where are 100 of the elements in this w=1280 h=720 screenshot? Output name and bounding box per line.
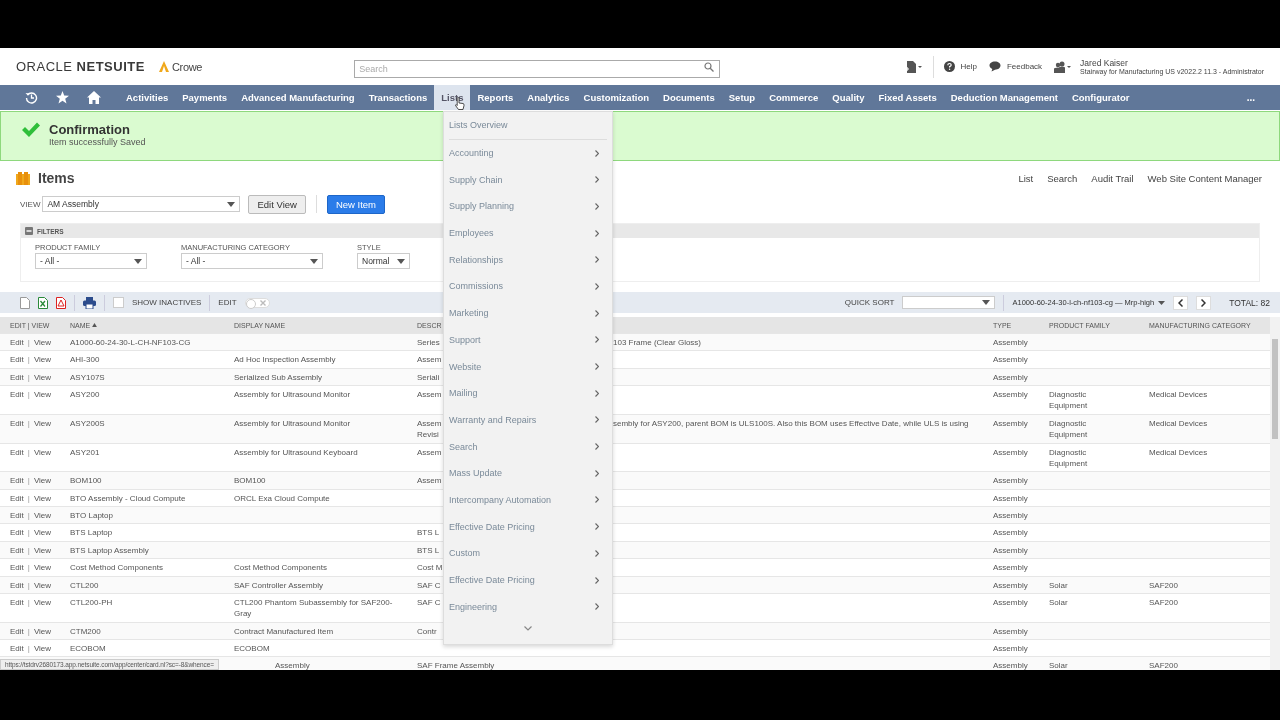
pdf-icon[interactable] (56, 296, 66, 309)
view-link[interactable]: View (33, 527, 52, 541)
edit-link[interactable]: Edit (10, 446, 24, 472)
user-name[interactable]: Jared Kaiser (1080, 58, 1264, 68)
view-link[interactable]: View (33, 562, 52, 576)
edit-toggle[interactable] (244, 297, 270, 308)
edit-link[interactable]: Edit (10, 579, 24, 593)
nav-tab[interactable]: Transactions (361, 85, 435, 110)
star-icon[interactable] (56, 91, 69, 104)
edit-link[interactable]: Edit (10, 596, 24, 622)
edit-link[interactable]: Edit (10, 510, 24, 524)
nav-tab[interactable]: Payments (175, 85, 235, 110)
caret-icon (397, 258, 405, 264)
spreadsheet-icon[interactable] (38, 296, 48, 309)
table-cell-text: Solar (1049, 579, 1069, 591)
view-link[interactable]: View (33, 389, 52, 414)
oracle-netsuite-logo[interactable]: ORACLE NETSUITE (16, 59, 145, 74)
nav-tab[interactable]: Documents (656, 85, 722, 110)
nav-tab[interactable]: Activities (119, 85, 176, 110)
table-cell-text: CTL200-PH (70, 596, 114, 608)
view-link[interactable]: View (33, 596, 52, 622)
edit-link[interactable]: Edit (10, 625, 24, 640)
nav-tab[interactable]: Lists (434, 85, 471, 110)
edit-link[interactable]: Edit (10, 544, 24, 559)
nav-tab[interactable]: Commerce (762, 85, 826, 110)
feedback-link[interactable]: Feedback (1006, 62, 1043, 71)
users-icon[interactable] (1054, 60, 1073, 73)
nav-tab[interactable]: Setup (721, 85, 763, 110)
document-icon[interactable] (20, 296, 30, 309)
chevron-down-icon[interactable] (524, 626, 532, 632)
nav-tab[interactable]: Deduction Management (943, 85, 1065, 110)
history-icon[interactable] (25, 91, 38, 104)
view-link[interactable]: View (33, 579, 52, 593)
edit-link[interactable]: Edit (10, 389, 24, 414)
table-cell: Contr (417, 625, 437, 637)
filter-select[interactable]: - All - (35, 253, 147, 269)
view-link[interactable]: View (33, 492, 52, 506)
view-link[interactable]: View (33, 354, 52, 368)
nav-tab[interactable]: Quality (825, 85, 872, 110)
table-cell-text: Solar (1049, 596, 1069, 608)
edit-link[interactable]: Edit (10, 337, 24, 351)
home-icon[interactable] (87, 91, 101, 104)
previous-page-button[interactable] (1173, 295, 1189, 310)
view-select[interactable]: AM Assembly (42, 196, 241, 212)
edit-link[interactable]: Edit (10, 475, 24, 489)
filter-select[interactable]: Normal (357, 253, 410, 269)
new-record-icon[interactable] (904, 60, 923, 73)
view-link[interactable]: View (33, 544, 52, 559)
table-cell-text: Medical Devices (1149, 446, 1209, 458)
view-link[interactable]: View (33, 371, 52, 386)
view-link[interactable]: View (33, 417, 52, 443)
view-link[interactable]: View (33, 337, 52, 351)
search-field[interactable]: Search (354, 59, 721, 78)
table-cell-text: CTM200 (70, 625, 102, 637)
edit-link[interactable]: Edit (10, 417, 24, 443)
edit-view-button[interactable]: Edit View (248, 194, 306, 214)
print-icon[interactable] (83, 296, 96, 309)
edit-link[interactable]: Edit (10, 371, 24, 386)
nav-tab[interactable]: Analytics (520, 85, 577, 110)
edit-link[interactable]: Edit (10, 354, 24, 368)
view-link[interactable]: View (33, 643, 52, 657)
help-icon[interactable] (943, 61, 955, 72)
nav-tab[interactable]: Configurator (1064, 85, 1137, 110)
edit-link[interactable]: Edit (10, 562, 24, 576)
search-icon[interactable] (704, 61, 715, 72)
view-link[interactable]: View (33, 510, 52, 524)
table-cell-text: ASY200 (70, 389, 101, 401)
edit-label: EDIT (218, 298, 237, 307)
help-link[interactable]: Help (960, 62, 977, 71)
nav-tab[interactable]: Advanced Manufacturing (234, 85, 362, 110)
view-link[interactable]: View (33, 625, 52, 640)
chevron-right-icon (1201, 298, 1207, 307)
page-link[interactable]: Audit Trail (1091, 172, 1134, 184)
table-cell-text: ASY200S (70, 417, 106, 429)
table-cell-text: Assembly (993, 643, 1029, 655)
table-cell-text: Diagnostic Equipment (1049, 417, 1089, 440)
table-cell-text: Assembly (993, 625, 1029, 637)
page-link[interactable]: Search (1047, 172, 1078, 184)
table-cell-text: Ad Hoc Inspection Assembly (234, 354, 337, 366)
more-menu[interactable]: ... (1246, 92, 1255, 103)
table-cell-text: ASY107S (70, 371, 106, 383)
next-page-button[interactable] (1196, 295, 1212, 310)
view-link[interactable]: View (33, 446, 52, 472)
feedback-icon[interactable] (988, 61, 1001, 72)
scrollbar[interactable] (1270, 317, 1280, 670)
nav-tab[interactable]: Fixed Assets (871, 85, 944, 110)
page-link[interactable]: List (1018, 172, 1034, 184)
new-item-button[interactable]: New Item (326, 194, 385, 214)
page-link[interactable]: Web Site Content Manager (1147, 172, 1262, 184)
collapse-icon[interactable] (25, 227, 33, 235)
edit-link[interactable]: Edit (10, 643, 24, 657)
edit-link[interactable]: Edit (10, 492, 24, 506)
nav-tab[interactable]: Reports (470, 85, 521, 110)
table-cell-text: BOM100 (70, 475, 103, 487)
show-inactives-checkbox[interactable] (113, 297, 124, 308)
view-link[interactable]: View (33, 475, 52, 489)
edit-link[interactable]: Edit (10, 527, 24, 541)
link-separator: | (27, 492, 30, 505)
nav-tab[interactable]: Customization (576, 85, 657, 110)
filter-select[interactable]: - All - (181, 253, 323, 269)
